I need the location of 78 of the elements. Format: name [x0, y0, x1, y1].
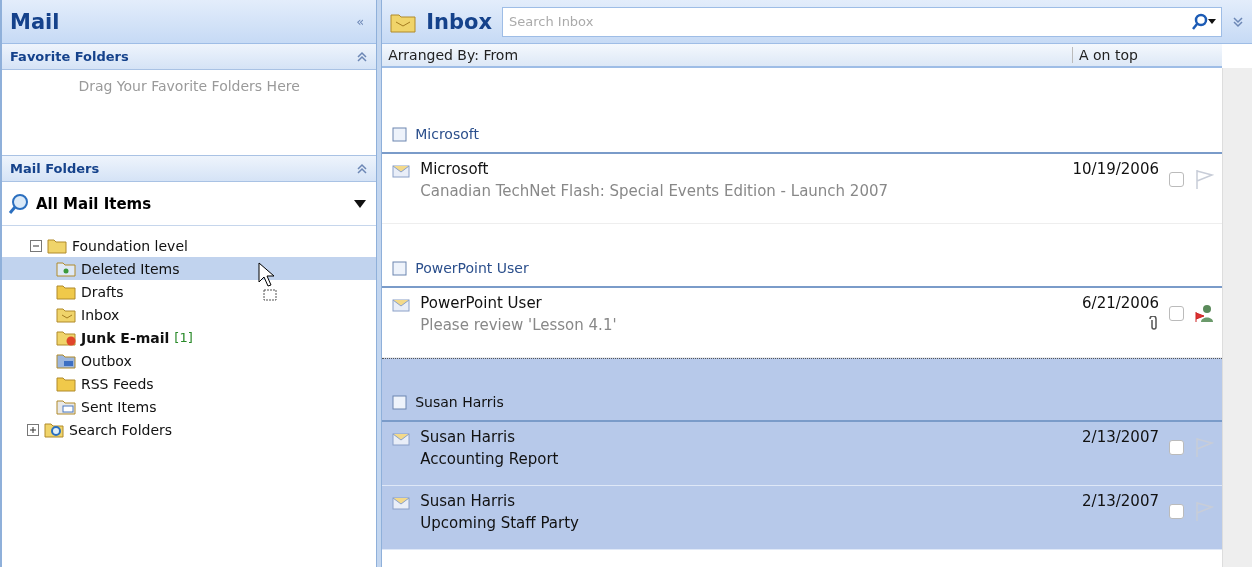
message-date: 10/19/2006	[1072, 160, 1159, 178]
envelope-icon	[392, 495, 411, 510]
folder-item[interactable]: Deleted Items	[2, 257, 377, 280]
folder-icon	[56, 283, 76, 300]
section-header[interactable]: Mail Folders	[2, 156, 377, 182]
folder-item[interactable]: Foundation level	[2, 234, 377, 257]
pane-title: Mail	[10, 9, 61, 34]
folder-item[interactable]: Search Folders	[2, 418, 377, 441]
message-sender: Susan Harris	[420, 428, 517, 446]
search-icon	[8, 192, 30, 215]
folder-item[interactable]: Junk E-mail [1]	[2, 326, 377, 349]
message-date: 2/13/2007	[1082, 428, 1159, 446]
folder-label: Deleted Items	[81, 260, 180, 277]
folder-icon	[56, 329, 76, 346]
message-date: 2/13/2007	[1082, 492, 1159, 510]
message-row[interactable]: Susan Harris Upcoming Staff Party 2/13/2007	[382, 486, 1222, 550]
message-subject: Please review 'Lesson 4.1'	[420, 316, 618, 334]
folder-icon	[56, 375, 76, 392]
message-subject: Canadian TechNet Flash: Special Events Edition - Launch 2007	[420, 182, 890, 200]
category-checkbox[interactable]	[1169, 306, 1184, 321]
folder-label: Sent Items	[81, 398, 157, 415]
group-header[interactable]: Susan Harris	[382, 358, 1222, 422]
group-icon[interactable]	[392, 127, 408, 142]
folder-label: Drafts	[81, 283, 124, 300]
message-sender: Susan Harris	[420, 492, 517, 510]
folder-label: Outbox	[81, 352, 132, 369]
category-checkbox[interactable]	[1169, 440, 1184, 455]
pane-title: Inbox	[426, 9, 492, 34]
message-sender: PowerPoint User	[420, 294, 543, 312]
category-checkbox[interactable]	[1169, 172, 1184, 187]
folder-item[interactable]: Drafts	[2, 280, 377, 303]
message-row[interactable]: Susan Harris Accounting Report 2/13/2007	[382, 422, 1222, 486]
sort-order-button[interactable]: A on top	[1072, 47, 1222, 63]
folder-label: Foundation level	[72, 237, 188, 254]
envelope-icon	[392, 431, 411, 446]
group-name: Microsoft	[415, 126, 479, 142]
envelope-icon	[392, 163, 411, 178]
folder-item[interactable]: Sent Items	[2, 395, 377, 418]
folder-label: Inbox	[81, 306, 120, 323]
view-dropdown[interactable]: All Mail Items	[2, 182, 377, 226]
group-name: Susan Harris	[415, 394, 504, 410]
dropdown-arrow-icon	[354, 199, 367, 208]
folder-item[interactable]: RSS Feeds	[2, 372, 377, 395]
folder-label: RSS Feeds	[81, 375, 154, 392]
expand-toggle[interactable]	[27, 423, 39, 436]
person-flag-icon[interactable]	[1194, 302, 1214, 324]
folder-label: Search Folders	[69, 421, 173, 438]
message-subject: Accounting Report	[420, 450, 560, 468]
expand-icon[interactable]	[1232, 15, 1244, 28]
folder-label: Junk E-mail	[81, 329, 170, 346]
unread-count: [1]	[174, 330, 193, 345]
message-sender: Microsoft	[420, 160, 490, 178]
section-title: Favorite Folders	[10, 49, 130, 64]
folder-icon	[56, 306, 76, 323]
category-checkbox[interactable]	[1169, 504, 1184, 519]
group-icon[interactable]	[392, 261, 408, 276]
folder-item[interactable]: Inbox	[2, 303, 377, 326]
folder-icon	[47, 237, 67, 254]
message-subject: Upcoming Staff Party	[420, 514, 580, 532]
arrange-by-button[interactable]: Arranged By: From	[382, 47, 1072, 63]
folder-icon	[56, 352, 76, 369]
message-date: 6/21/2006	[1082, 294, 1159, 312]
flag-icon[interactable]	[1194, 168, 1214, 190]
folder-icon	[56, 398, 76, 415]
collapse-toggle[interactable]	[30, 239, 42, 252]
group-name: PowerPoint User	[415, 260, 529, 276]
collapse-icon[interactable]	[356, 50, 369, 63]
trash-icon	[56, 260, 76, 277]
collapse-icon[interactable]	[356, 162, 369, 175]
folder-item[interactable]: Outbox	[2, 349, 377, 372]
cursor-icon	[258, 262, 278, 302]
envelope-icon	[392, 297, 411, 312]
group-icon[interactable]	[392, 395, 408, 410]
view-label: All Mail Items	[36, 194, 153, 213]
section-header[interactable]: Favorite Folders	[2, 44, 377, 70]
section-title: Mail Folders	[10, 161, 101, 176]
scrollbar[interactable]	[1222, 68, 1252, 567]
search-folder-icon	[44, 421, 64, 438]
